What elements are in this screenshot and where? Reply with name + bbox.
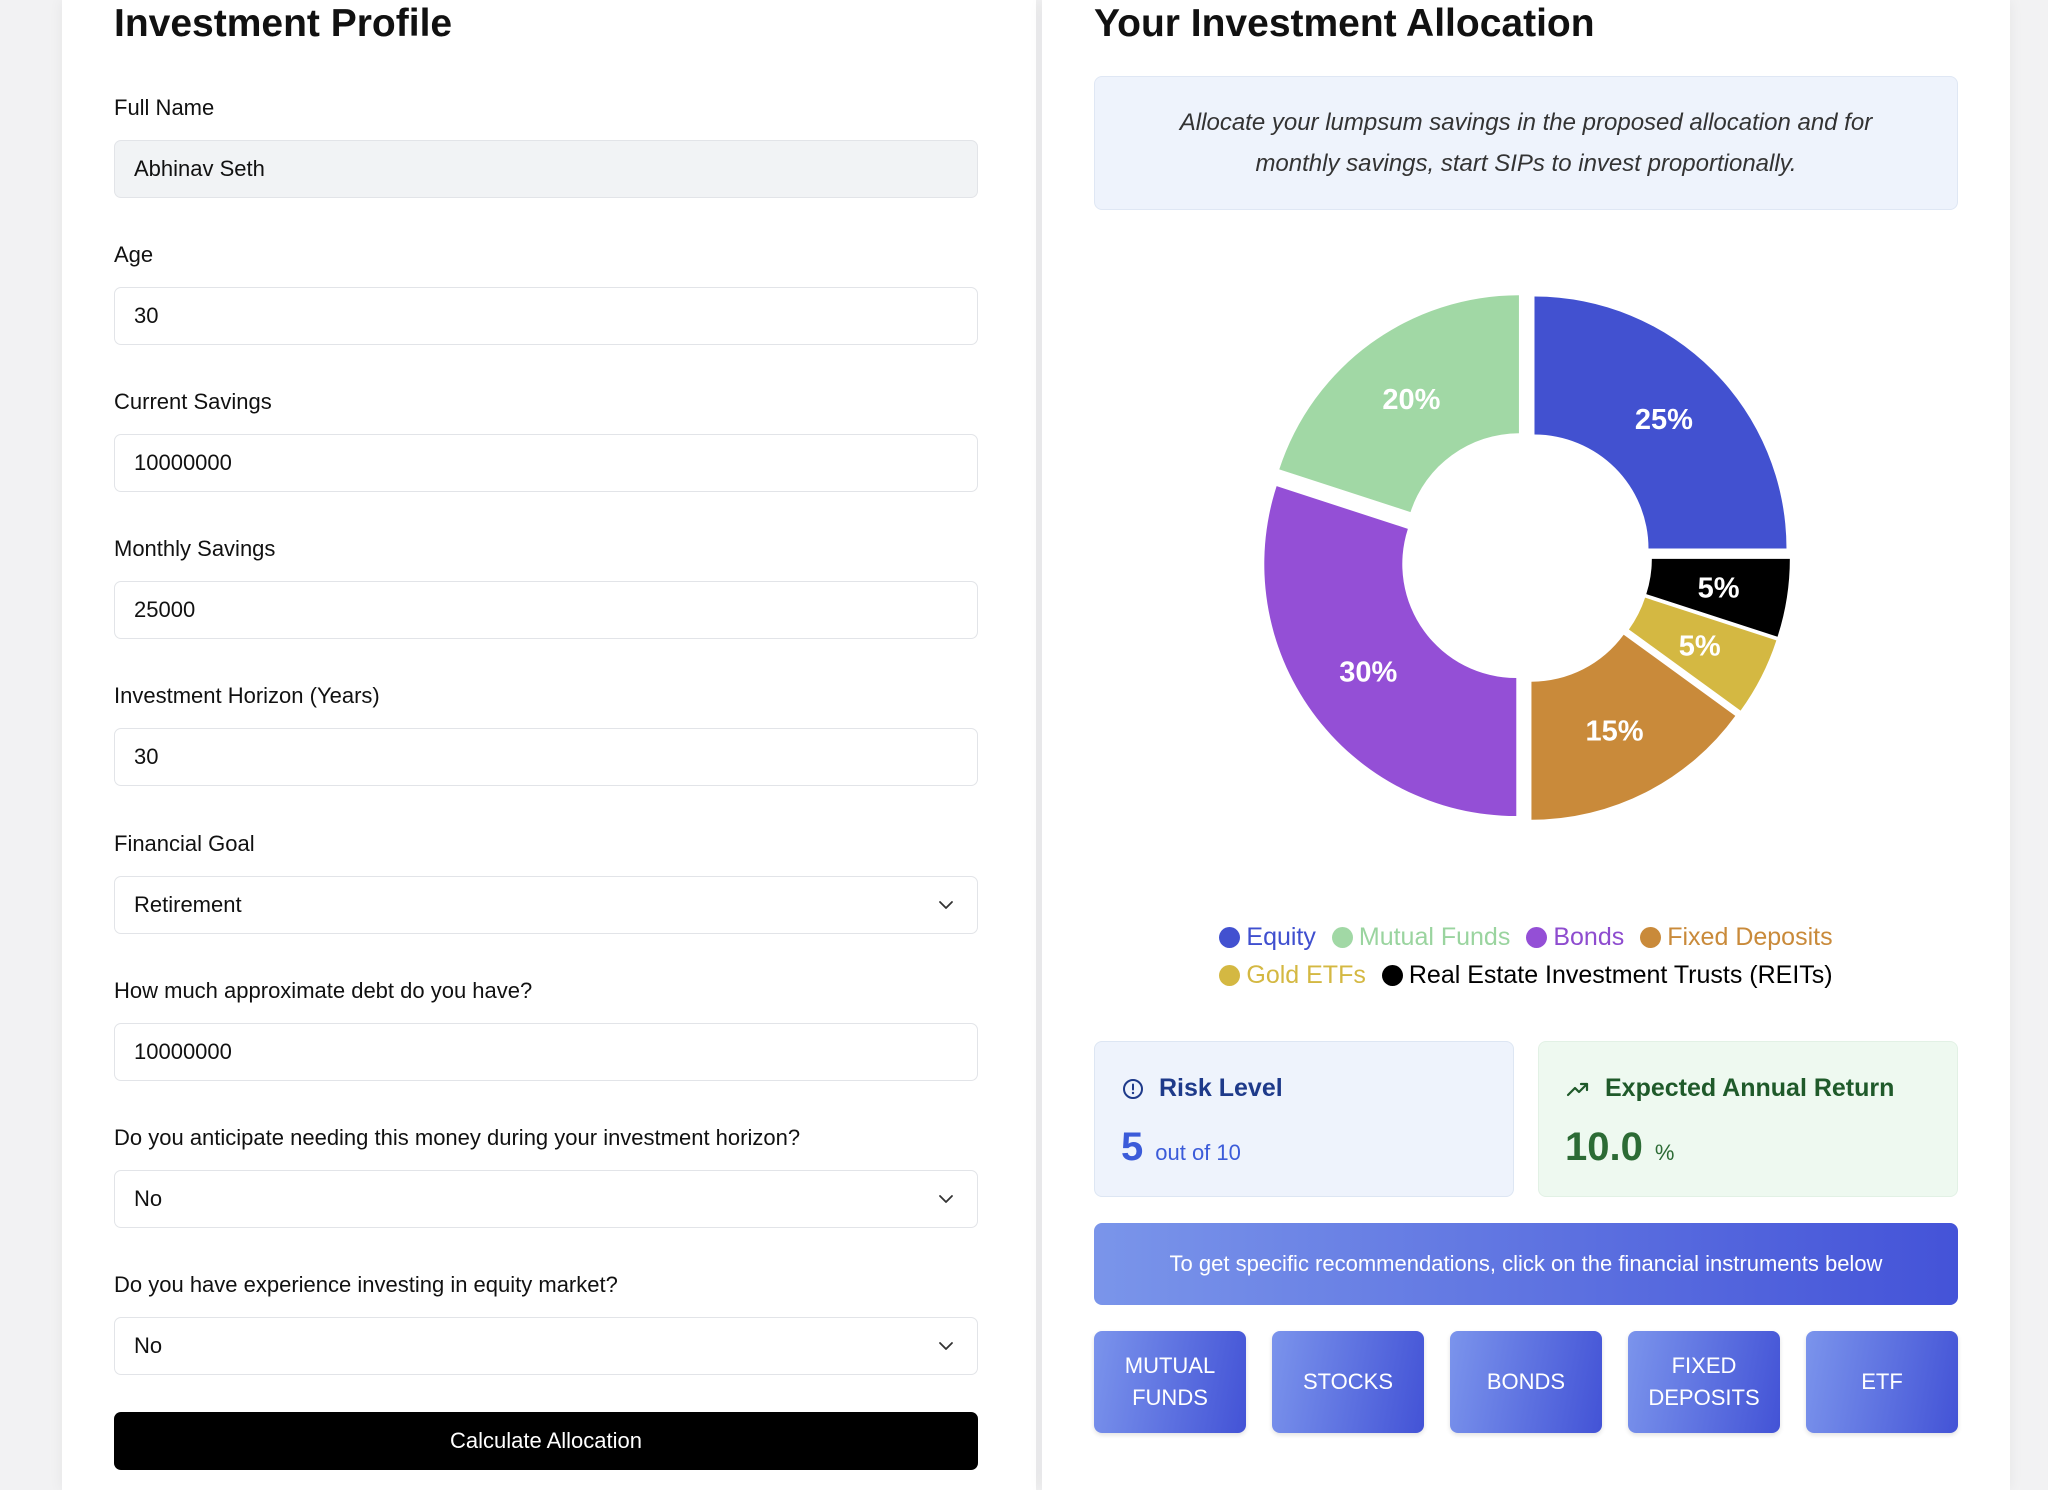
legend-dot-icon <box>1526 926 1548 948</box>
age-label: Age <box>114 242 154 267</box>
risk-level-header: Risk Level <box>1121 1074 1487 1103</box>
current-savings-field[interactable]: 10000000 <box>114 434 978 492</box>
monthly-savings-label: Monthly Savings <box>114 536 276 561</box>
investment-horizon-label: Investment Horizon (Years) <box>114 683 380 708</box>
legend-label: Bonds <box>1553 923 1625 951</box>
chart-legend: Equity Mutual Funds Bonds Fixed Deposits Go… <box>1042 918 2010 994</box>
investment-profile-panel: Investment Profile Full Name Abhinav Set… <box>62 0 1036 1490</box>
chevron-down-icon <box>939 1195 953 1203</box>
legend-dot-icon <box>1640 926 1662 948</box>
investment-allocation-panel: Your Investment Allocation Allocate your… <box>1042 0 2010 1490</box>
allocation-donut-chart: 25% 5% 5% 15% 30% 20% <box>1264 295 1790 820</box>
bonds-button[interactable]: BONDS <box>1450 1331 1602 1433</box>
trending-up-icon <box>1566 1082 1589 1096</box>
current-savings-label: Current Savings <box>114 389 272 414</box>
age-field[interactable]: 30 <box>114 287 978 345</box>
equity-experience-label: Do you have experience investing in equi… <box>114 1272 618 1297</box>
legend-item[interactable]: Mutual Funds <box>1331 918 1511 956</box>
expected-return-title: Expected Annual Return <box>1605 1074 1895 1102</box>
profile-title: Investment Profile <box>114 2 453 45</box>
chevron-down-icon <box>939 901 953 909</box>
expected-return-suffix: % <box>1654 1140 1675 1165</box>
legend-row: Gold ETFs Real Estate Investment Trusts (… <box>1042 956 2010 994</box>
mutual-funds-button[interactable]: MUTUAL FUNDS <box>1094 1331 1246 1433</box>
legend-label: Fixed Deposits <box>1667 923 1833 951</box>
fixed-deposits-button[interactable]: FIXED DEPOSITS <box>1628 1331 1780 1433</box>
chevron-down-icon <box>939 1342 953 1350</box>
calculate-allocation-button[interactable]: Calculate Allocation <box>114 1412 978 1470</box>
monthly-savings-value: 25000 <box>134 597 196 622</box>
stocks-button[interactable]: STOCKS <box>1272 1331 1424 1433</box>
allocation-title: Your Investment Allocation <box>1094 2 1595 45</box>
risk-level-suffix: out of 10 <box>1155 1140 1241 1165</box>
legend-dot-icon <box>1331 926 1353 948</box>
financial-goal-label: Financial Goal <box>114 831 255 856</box>
debt-value: 10000000 <box>134 1039 232 1064</box>
expected-return-card: Expected Annual Return 10.0 % <box>1538 1041 1958 1197</box>
donut-slice-label: 5% <box>1698 573 1740 605</box>
need-money-select[interactable]: No <box>114 1170 978 1228</box>
full-name-value: Abhinav Seth <box>134 156 265 181</box>
donut-slice-label: 20% <box>1382 384 1440 416</box>
equity-experience-select[interactable]: No <box>114 1317 978 1375</box>
need-money-label: Do you anticipate needing this money dur… <box>114 1125 801 1150</box>
debt-label: How much approximate debt do you have? <box>114 978 533 1003</box>
legend-label: Mutual Funds <box>1358 923 1511 951</box>
donut-slice-bonds[interactable] <box>1264 486 1517 817</box>
donut-slice-label: 5% <box>1679 631 1721 663</box>
legend-item[interactable]: Bonds <box>1526 918 1624 956</box>
equity-experience-value: No <box>134 1333 163 1358</box>
donut-slice-label: 30% <box>1339 657 1397 689</box>
investment-horizon-value: 30 <box>134 744 159 769</box>
legend-label: Real Estate Investment Trusts (REITs) <box>1408 961 1833 989</box>
alert-circle-icon <box>1123 1078 1143 1099</box>
expected-return-value: 10.0 <box>1565 1125 1643 1169</box>
allocation-info-text: Allocate your lumpsum savings in the pro… <box>1179 109 1873 177</box>
financial-goal-select[interactable]: Retirement <box>114 876 978 934</box>
donut-slice-label: 25% <box>1635 404 1693 436</box>
etf-button[interactable]: ETF <box>1806 1331 1958 1433</box>
full-name-field[interactable]: Abhinav Seth <box>114 140 978 198</box>
legend-dot-icon <box>1219 964 1241 986</box>
age-value: 30 <box>134 303 159 328</box>
legend-item[interactable]: Real Estate Investment Trusts (REITs) <box>1381 956 1833 994</box>
investment-horizon-field[interactable]: 30 <box>114 728 978 786</box>
legend-row: Equity Mutual Funds Bonds Fixed Deposits <box>1042 918 2010 956</box>
legend-dot-icon <box>1381 964 1403 986</box>
risk-level-card: Risk Level 5 out of 10 <box>1094 1041 1514 1197</box>
need-money-value: No <box>134 1186 163 1211</box>
legend-label: Equity <box>1246 923 1316 951</box>
full-name-label: Full Name <box>114 95 215 120</box>
expected-return-header: Expected Annual Return <box>1565 1074 1931 1103</box>
legend-label: Gold ETFs <box>1246 961 1366 989</box>
legend-dot-icon <box>1219 926 1241 948</box>
current-savings-value: 10000000 <box>134 450 232 475</box>
financial-goal-value: Retirement <box>134 892 242 917</box>
donut-slice-label: 15% <box>1586 716 1644 748</box>
monthly-savings-field[interactable]: 25000 <box>114 581 978 639</box>
risk-level-title: Risk Level <box>1159 1074 1283 1102</box>
legend-item[interactable]: Gold ETFs <box>1219 956 1366 994</box>
allocation-info-box: Allocate your lumpsum savings in the pro… <box>1094 76 1958 210</box>
debt-field[interactable]: 10000000 <box>114 1023 978 1081</box>
recommendation-banner: To get specific recommendations, click o… <box>1094 1223 1958 1305</box>
risk-level-value: 5 <box>1121 1125 1144 1169</box>
legend-item[interactable]: Fixed Deposits <box>1640 918 1833 956</box>
legend-item[interactable]: Equity <box>1219 918 1316 956</box>
